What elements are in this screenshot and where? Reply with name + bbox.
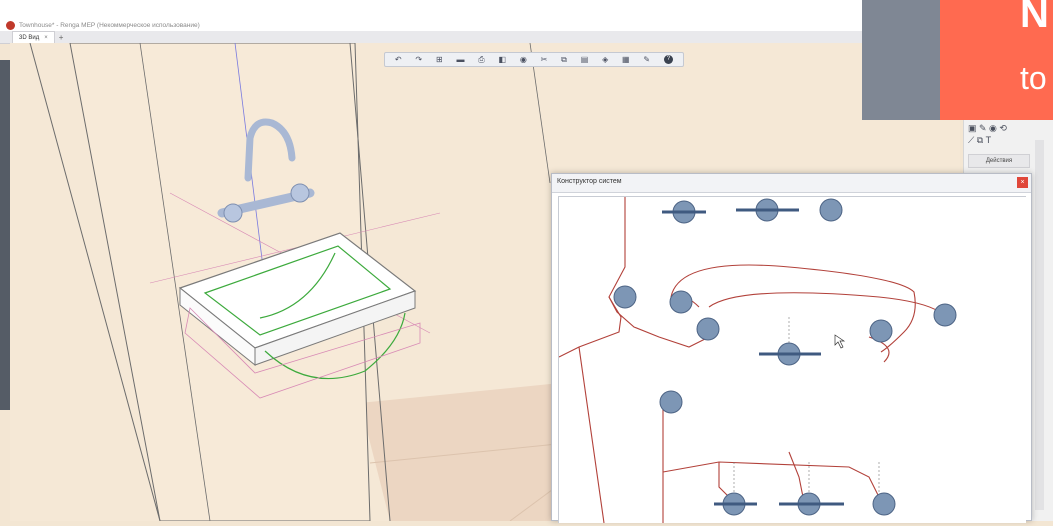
system-node[interactable] [659,390,683,414]
left-dock-strip [0,60,10,410]
graph-edge [662,461,880,498]
graph-edge [578,346,605,523]
panel-tool-icons[interactable]: ▣ ✎ ◉ ⟲ ⟋ ⧉ T [968,122,1028,146]
panel-icons-row-1[interactable]: ▣ ✎ ◉ ⟲ [968,122,1028,134]
wrench-icon[interactable]: ✎ [643,53,650,66]
promo-large-text: N [1020,0,1049,36]
system-constructor-dialog: Конструктор систем × [551,173,1032,523]
camera-icon[interactable]: ◧ [498,53,506,66]
redo-icon[interactable]: ↷ [415,53,422,66]
system-node[interactable] [933,303,957,327]
system-node[interactable] [613,285,637,309]
graph-nodes [613,198,957,516]
system-node[interactable] [819,198,843,222]
cut-icon[interactable]: ✂ [541,53,548,66]
tab-3d-view[interactable]: 3D Вид × [12,31,55,43]
title-row: Townhouse* - Renga MEP (Некоммерческое и… [6,19,200,31]
help-icon[interactable]: ? [663,55,673,64]
system-graph [559,197,957,523]
system-node[interactable] [869,319,893,343]
graph-edge [708,292,945,316]
graph-edge [608,197,710,348]
view-icon[interactable]: ⊞ [436,53,443,66]
layers-icon[interactable]: ▦ [622,53,630,66]
view-toolbar: ↶ ↷ ⊞ ▬ ⎙ ◧ ◉ ✂ ⧉ ▤ ◈ ▦ ✎ ? [384,52,684,67]
print-icon[interactable]: ⎙ [478,53,484,66]
overlay-promo-banner: N to [940,0,1053,120]
graph-edge [559,296,622,358]
dialog-title: Конструктор систем [557,178,622,185]
rect-icon[interactable]: ▬ [456,53,464,66]
window-title: Townhouse* - Renga MEP (Некоммерческое и… [19,21,200,29]
system-graph-canvas[interactable] [558,196,1026,523]
mouse-cursor-icon [834,334,846,349]
eye-icon[interactable]: ◈ [602,53,608,66]
add-tab-button[interactable]: + [59,32,64,43]
overlay-gray-panel [862,0,940,120]
system-node[interactable] [669,290,693,314]
paste-icon[interactable]: ▤ [581,53,589,66]
dialog-title-bar[interactable]: Конструктор систем × [552,174,1031,193]
tab-label: 3D Вид [19,34,40,41]
system-node[interactable] [872,492,896,516]
globe-icon[interactable]: ◉ [520,53,527,66]
graph-edge [788,451,805,503]
promo-small-text: to [1020,60,1047,96]
close-icon[interactable]: × [1017,177,1028,188]
system-node[interactable] [696,317,720,341]
panel-scrollbar[interactable] [1035,140,1044,510]
panel-icons-row-2[interactable]: ⟋ ⧉ T [968,134,1028,146]
graph-vertical-guides [733,317,880,502]
undo-icon[interactable]: ↶ [395,53,402,66]
app-icon [6,20,15,30]
graph-connections [559,197,945,523]
actions-label: Действия [968,154,1030,168]
tab-close-icon[interactable]: × [44,35,48,41]
copy-icon[interactable]: ⧉ [561,53,567,66]
